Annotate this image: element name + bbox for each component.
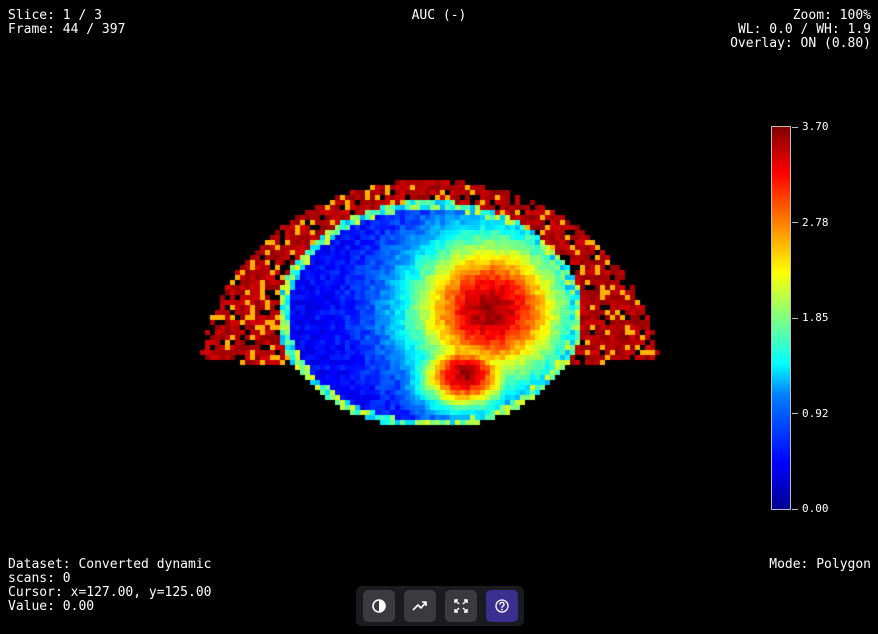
contrast-icon [371, 599, 386, 613]
colorbar-label: 2.78 [802, 216, 829, 229]
dataset-info: Dataset: Converted dynamic scans: 0 Cursor… [8, 558, 212, 614]
window-level-label: WL: 0.0 / WH: 1.9 [737, 22, 871, 37]
help-button[interactable] [485, 590, 518, 622]
image-viewport[interactable] [190, 170, 670, 490]
contrast-button[interactable] [362, 590, 395, 622]
scans-label: scans: 0 [8, 571, 71, 586]
help-icon [494, 599, 509, 613]
colorbar-label-max: 3.70 [802, 120, 829, 133]
frame-label: Frame: 44 / 397 [8, 22, 126, 37]
colorbar-tick [792, 413, 798, 414]
dataset-label: Dataset: Converted dynamic [8, 557, 212, 572]
colorbar-label-min: 0.00 [802, 502, 829, 515]
fullscreen-icon [453, 599, 468, 613]
colorbar-tick [792, 318, 798, 319]
zoom-label: Zoom: 100% [792, 8, 871, 23]
time-curve-button[interactable] [403, 590, 436, 622]
colorbar-tick [792, 222, 798, 223]
colorbar-tick [792, 509, 798, 510]
mode-label: Mode: Polygon [769, 557, 871, 572]
fullscreen-button[interactable] [444, 590, 477, 622]
value-label: Value: 0.00 [8, 599, 95, 614]
viewer-toolbar [356, 586, 524, 626]
trend-icon [411, 601, 427, 611]
colorbar-label: 0.92 [802, 407, 829, 420]
cursor-label: Cursor: x=127.00, y=125.00 [8, 585, 212, 600]
display-settings-info: Zoom: 100% WL: 0.0 / WH: 1.9 Overlay: ON (… [730, 9, 871, 51]
colorbar [771, 126, 791, 510]
overlay-label: Overlay: ON (0.80) [730, 36, 871, 51]
colorbar-tick [792, 127, 798, 128]
colorbar-label: 1.85 [802, 311, 829, 324]
